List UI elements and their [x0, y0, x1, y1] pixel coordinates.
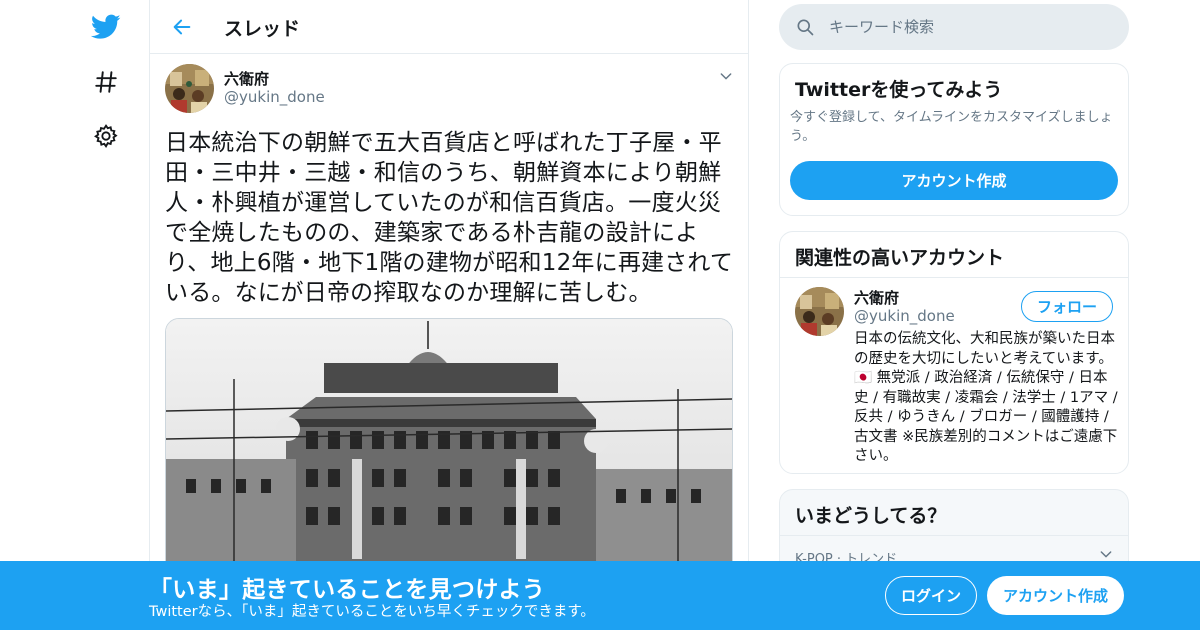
create-account-button[interactable]: アカウント作成 — [790, 161, 1118, 200]
follow-button[interactable]: フォロー — [1021, 291, 1113, 322]
banner-title: 「いま」起きていることを見つけよう — [149, 577, 546, 603]
tweet-text: 日本統治下の朝鮮で五大百貨店と呼ばれた丁子屋・平田・三中井・三越・和信のうち、朝… — [165, 130, 734, 306]
page-title: スレッド — [224, 18, 301, 40]
hashtag-icon[interactable] — [80, 56, 132, 108]
page: スレッド 六衛府 @yukin_done 日本統治下の朝鮮で五大百貨店と呼ばれた… — [0, 0, 1200, 630]
author-name[interactable]: 六衛府 — [224, 68, 269, 89]
back-arrow-icon[interactable] — [164, 9, 200, 45]
chevron-down-icon[interactable] — [718, 68, 736, 86]
related-account-name[interactable]: 六衛府 — [854, 287, 899, 308]
related-account-handle[interactable]: @yukin_done — [854, 307, 955, 325]
author-handle[interactable]: @yukin_done — [224, 88, 325, 106]
thread-header: スレッド — [150, 0, 748, 54]
tweet-photo[interactable] — [165, 318, 733, 578]
related-accounts-title: 関連性の高いアカウント — [795, 247, 1005, 269]
signup-card-title: Twitterを使ってみよう — [795, 79, 1003, 101]
twitter-bird-icon[interactable] — [80, 1, 132, 53]
search-box[interactable] — [779, 4, 1129, 50]
signup-card-description: 今すぐ登録して、タイムラインをカスタマイズしましょう。 — [790, 110, 1113, 144]
avatar[interactable] — [165, 64, 214, 113]
related-accounts-card: 関連性の高いアカウント 六衛府 @yukin_done フォロー 日本の伝統文化… — [779, 231, 1129, 474]
login-button[interactable]: ログイン — [885, 576, 977, 615]
trends-title: いまどうしてる？ — [795, 505, 947, 527]
signup-banner: 「いま」起きていることを見つけよう Twitterなら、「いま」起きていることを… — [0, 561, 1200, 630]
search-icon — [795, 17, 815, 41]
signup-card: Twitterを使ってみよう 今すぐ登録して、タイムラインをカスタマイズしましょ… — [779, 63, 1129, 216]
avatar[interactable] — [795, 287, 844, 336]
gear-icon[interactable] — [80, 110, 132, 162]
divider — [780, 535, 1128, 536]
divider — [780, 277, 1128, 278]
related-account-bio: 日本の伝統文化、大和民族が築いた日本の歴史を大切にしたいと考えています。🇯🇵 無… — [854, 331, 1118, 464]
search-input[interactable] — [829, 4, 1119, 50]
banner-subtitle: Twitterなら、「いま」起きていることをいち早くチェックできます。 — [149, 604, 595, 620]
create-account-button[interactable]: アカウント作成 — [987, 576, 1124, 615]
